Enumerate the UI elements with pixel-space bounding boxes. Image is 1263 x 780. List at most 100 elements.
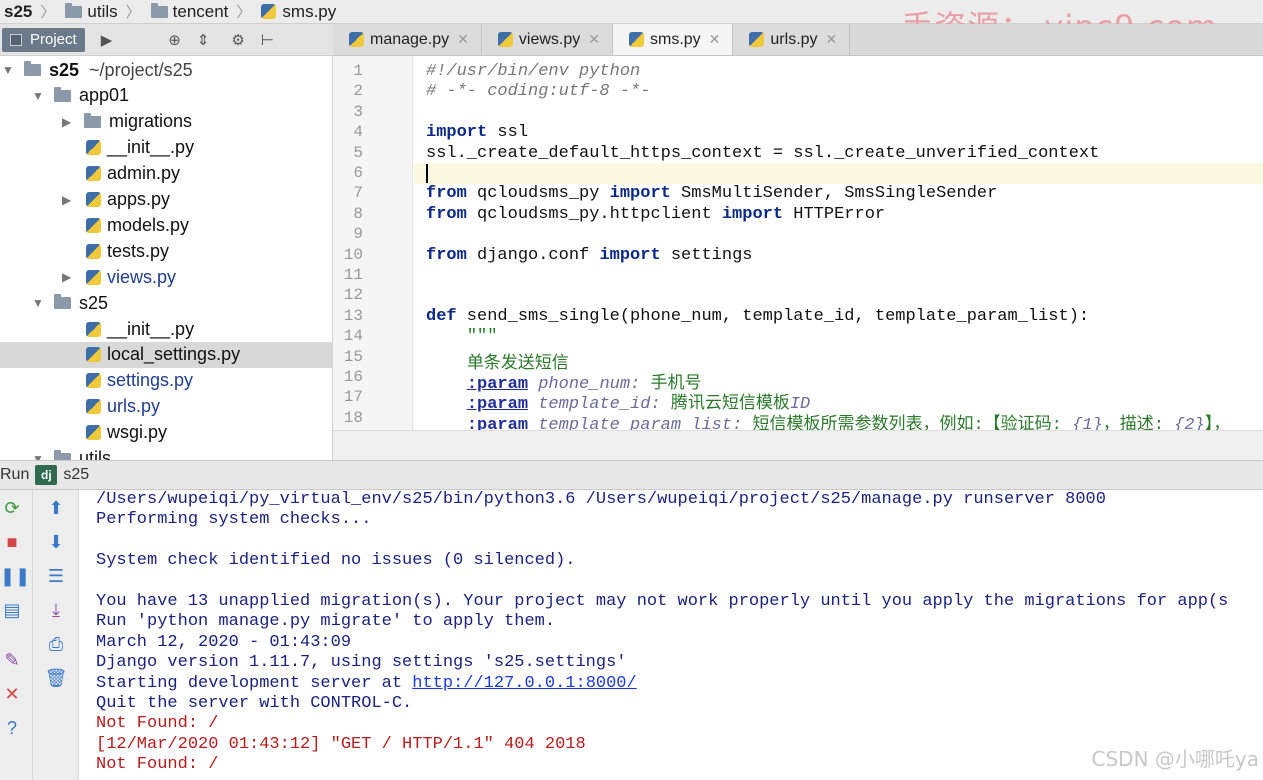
python-file-icon — [86, 269, 101, 285]
run-tool-header: Run dj s25 — [0, 460, 1263, 490]
tab-views-py[interactable]: views.py ✕ — [481, 24, 613, 55]
scroll-to-end-icon[interactable]: ⤓ — [44, 600, 68, 621]
tree-folder[interactable]: ▼ utils — [0, 446, 332, 461]
collapse-icon[interactable]: ⇕ — [197, 31, 210, 49]
tree-file[interactable]: urls.py — [0, 394, 332, 420]
console-line: Django version 1.11.7, using settings 's… — [96, 653, 627, 672]
code-line: :param template_param_list: 短信模板所需参数列表，例… — [466, 415, 1231, 430]
chevron-down-icon[interactable]: ▼ — [32, 452, 44, 461]
console-line: Quit the server with CONTROL-C. — [96, 694, 412, 713]
chevron-down-icon[interactable]: ▼ — [32, 296, 44, 310]
run-config-name[interactable]: s25 — [63, 466, 89, 484]
run-console-output[interactable]: /Users/wupeiqi/py_virtual_env/s25/bin/py… — [80, 490, 1263, 780]
python-file-icon — [86, 243, 101, 259]
csdn-credit: CSDN @小哪吒ya — [1091, 747, 1259, 771]
scroll-up-icon[interactable]: ⬆ — [44, 498, 68, 519]
soft-wrap-icon[interactable]: ☰ — [44, 566, 68, 587]
code-line: def send_sms_single(phone_num, template_… — [426, 306, 1090, 326]
python-file-icon — [86, 192, 101, 207]
help-icon[interactable]: ? — [0, 718, 24, 739]
tree-item-label: local_settings.py — [107, 344, 241, 365]
python-file-icon — [86, 425, 101, 441]
tree-item-label: views.py — [107, 266, 177, 287]
tree-file[interactable]: admin.py — [0, 161, 332, 187]
console-line: /Users/wupeiqi/py_virtual_env/s25/bin/py… — [96, 490, 1106, 509]
folder-icon — [24, 61, 41, 76]
tree-folder[interactable]: ▶ migrations — [0, 109, 332, 135]
line-number: 18 — [343, 408, 363, 427]
chevron-right-icon: 〉 — [40, 4, 56, 21]
breadcrumb-label: utils — [87, 1, 118, 21]
breadcrumb-item[interactable]: sms.py — [257, 2, 342, 22]
project-tree: ▼ s25 ~/project/s25 ▼ app01 ▶ migrations __init… — [0, 56, 333, 460]
close-icon[interactable]: ✕ — [588, 31, 600, 48]
tree-file[interactable]: settings.py — [0, 368, 332, 394]
project-tab[interactable]: Project — [2, 27, 85, 52]
target-icon[interactable]: ⊕ — [168, 31, 181, 49]
tree-file[interactable]: local_settings.py — [0, 341, 332, 368]
tree-file[interactable]: __init__.py — [0, 135, 332, 161]
tree-folder[interactable]: ▼ s25 — [0, 290, 332, 316]
line-number: 1 — [353, 62, 363, 80]
python-file-icon — [629, 32, 644, 47]
layout-icon[interactable]: ▤ — [0, 600, 24, 621]
tree-file[interactable]: ▶ apps.py — [0, 187, 332, 213]
line-number: 6 — [353, 164, 363, 182]
folder-icon — [54, 294, 71, 310]
breadcrumb-item[interactable]: tencent 〉 — [147, 1, 258, 22]
tree-file[interactable]: tests.py — [0, 238, 332, 264]
rerun-icon[interactable]: ⟳ — [0, 498, 24, 519]
tree-folder[interactable]: ▼ s25 ~/project/s25 — [0, 57, 332, 83]
console-controls: ⬆ ⬇ ☰ ⤓ ⎙ 🗑 — [33, 490, 79, 780]
console-line: Not Found: / — [96, 714, 218, 733]
console-line: You have 13 unapplied migration(s). Your… — [96, 592, 1228, 611]
chevron-right-icon[interactable]: ▶ — [62, 115, 71, 129]
chevron-right-icon[interactable]: ▶ — [62, 270, 71, 284]
code-line: from qcloudsms_py import SmsMultiSender,… — [426, 184, 998, 204]
python-file-icon — [497, 32, 513, 47]
close-icon[interactable]: ✕ — [709, 31, 721, 48]
pin-icon[interactable]: ✎ — [0, 650, 24, 671]
stop-icon[interactable]: ■ — [0, 532, 24, 553]
pause-icon[interactable]: ❚❚ — [0, 566, 30, 587]
chevron-right-icon[interactable]: ▶ — [62, 193, 71, 207]
line-number: 3 — [353, 102, 363, 121]
tab-manage-py[interactable]: manage.py ✕ — [333, 24, 482, 55]
tree-file[interactable]: models.py — [0, 212, 332, 238]
tree-item-label: wsgi.py — [107, 422, 168, 443]
chevron-down-icon[interactable]: ▼ — [32, 89, 44, 103]
play-arrow-icon[interactable]: ▶ — [101, 31, 113, 49]
close-icon[interactable]: ✕ — [457, 31, 469, 48]
tree-item-label: utils — [79, 448, 112, 460]
python-file-icon — [86, 140, 101, 156]
trash-icon[interactable]: 🗑 — [44, 668, 68, 689]
tab-sms-py[interactable]: sms.py ✕ — [613, 24, 734, 55]
line-number: 13 — [343, 306, 363, 325]
tree-folder[interactable]: ▼ app01 — [0, 83, 332, 109]
print-icon[interactable]: ⎙ — [44, 634, 68, 655]
folder-icon — [65, 2, 83, 18]
console-text: [12/Mar/2020 01:43:12] "GET / HTTP/1.1" … — [96, 734, 586, 754]
python-file-icon — [261, 4, 277, 19]
scroll-down-icon[interactable]: ⬇ — [44, 532, 68, 553]
tree-file[interactable]: __init__.py — [0, 316, 332, 342]
chevron-down-icon[interactable]: ▼ — [2, 63, 14, 77]
breadcrumb-item[interactable]: utils 〉 — [61, 1, 146, 22]
tab-urls-py[interactable]: urls.py ✕ — [733, 24, 851, 55]
editor-horizontal-scroll-area[interactable] — [333, 430, 1263, 460]
code-line: import ssl — [426, 123, 529, 143]
close-icon[interactable]: ✕ — [0, 684, 24, 705]
close-icon[interactable]: ✕ — [826, 31, 838, 48]
tree-file[interactable]: ▶ views.py — [0, 264, 332, 290]
folder-icon — [54, 86, 71, 102]
tree-file[interactable]: wsgi.py — [0, 420, 332, 446]
hide-panel-icon[interactable]: ⊢ — [261, 31, 274, 49]
code-editor[interactable]: 1 #!/usr/bin/env python 2 # -*- coding:utf-… — [333, 56, 1263, 430]
console-link[interactable]: http://127.0.0.1:8000/ — [412, 674, 636, 693]
breadcrumb-item[interactable]: s25 〉 — [0, 1, 61, 22]
tree-item-label: s25 — [49, 59, 80, 80]
console-text: Not Found: / — [96, 714, 219, 734]
line-number: 15 — [343, 347, 363, 366]
gear-icon[interactable]: ⚙ — [231, 31, 244, 49]
line-number: 10 — [343, 245, 363, 264]
